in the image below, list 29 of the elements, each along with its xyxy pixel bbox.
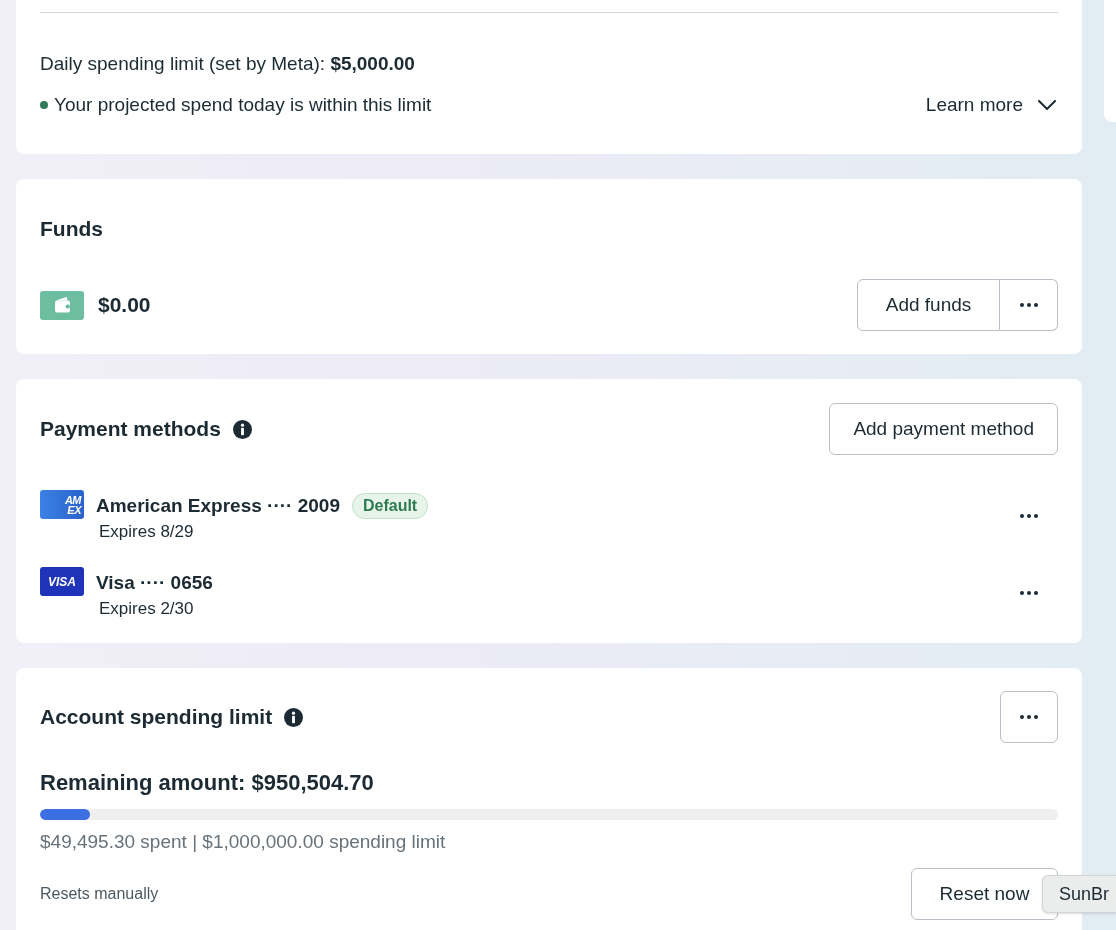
spending-summary: $49,495.30 spent | $1,000,000.00 spending limit: [40, 830, 447, 854]
section-title: Funds: [40, 216, 104, 242]
default-badge: Default: [351, 493, 429, 519]
status-text: Your projected spend today is within this limit: [54, 93, 432, 117]
chevron-down-icon: [1038, 100, 1056, 110]
more-icon[interactable]: [1020, 715, 1038, 719]
tooltip: SunBr: [1042, 875, 1116, 913]
card-name: Visa ···· 0656: [96, 570, 213, 595]
add-funds-button[interactable]: Add funds: [857, 279, 1000, 331]
section-title: Payment methods: [40, 416, 221, 442]
more-icon[interactable]: [1020, 591, 1038, 595]
info-icon[interactable]: [284, 707, 304, 727]
learn-more-button[interactable]: Learn more: [925, 91, 1056, 119]
balance-amount: $0.00: [98, 292, 151, 318]
reset-note: Resets manually: [40, 884, 159, 904]
expiry-date: Expires 8/29: [99, 522, 195, 542]
daily-spending-limit-text: Daily spending limit (set by Meta): $5,000.00: [40, 52, 416, 76]
add-payment-method-button[interactable]: Add payment method: [829, 403, 1058, 455]
card-brand-logo: VISA: [40, 567, 84, 596]
expiry-date: Expires 2/30: [99, 599, 195, 619]
section-title: Account spending limit: [40, 704, 273, 730]
card-brand-logo: AM EX: [40, 490, 84, 519]
reset-now-button[interactable]: Reset now: [911, 868, 1058, 920]
more-icon[interactable]: [1019, 303, 1038, 307]
remaining-amount: Remaining amount: $950,504.70: [40, 769, 375, 797]
card-name: American Express ···· 2009: [96, 493, 340, 518]
info-icon[interactable]: [232, 419, 252, 439]
wallet-icon: [40, 290, 84, 320]
more-icon[interactable]: [1020, 514, 1038, 518]
